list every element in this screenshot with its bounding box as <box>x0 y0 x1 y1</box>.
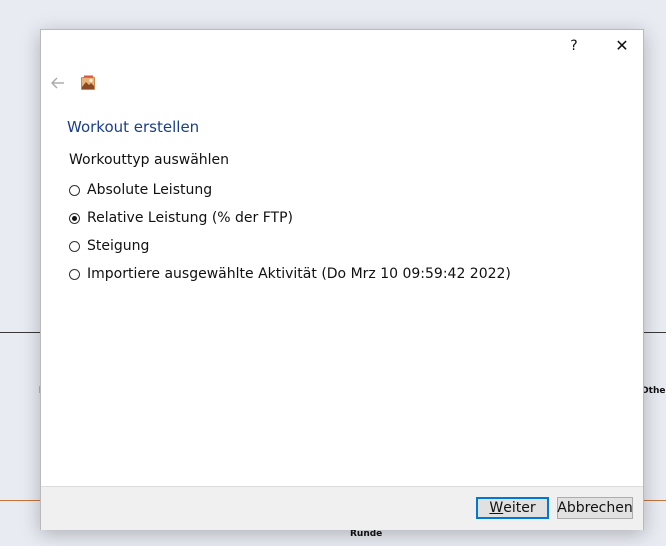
radio-button-selected[interactable] <box>69 212 80 224</box>
workout-app-icon <box>81 75 95 90</box>
cancel-button[interactable]: Abbrechen <box>557 497 633 519</box>
page-title: Workout erstellen <box>67 118 200 136</box>
close-button[interactable]: ✕ <box>607 35 637 57</box>
dialog-titlebar: ? ✕ <box>41 30 643 62</box>
workout-wizard-dialog: ? ✕ Workout erstellen Workouttyp auswähl… <box>40 29 644 530</box>
radio-slope[interactable]: Steigung <box>69 236 149 256</box>
workout-type-label: Workouttyp auswählen <box>69 152 230 168</box>
back-arrow-icon[interactable] <box>49 74 67 92</box>
radio-button[interactable] <box>69 240 80 252</box>
next-button-mnemonic: W <box>489 500 504 516</box>
radio-button[interactable] <box>69 268 80 280</box>
radio-relative-power[interactable]: Relative Leistung (% der FTP) <box>69 208 293 228</box>
next-button[interactable]: Weiter <box>476 497 549 519</box>
radio-absolute-power[interactable]: Absolute Leistung <box>69 180 212 200</box>
radio-label: Relative Leistung (% der FTP) <box>87 210 294 226</box>
background-legend-label: Other <box>641 386 666 396</box>
radio-button[interactable] <box>69 184 80 196</box>
radio-label: Importiere ausgewählte Aktivität (Do Mrz… <box>87 266 511 282</box>
dialog-footer: Weiter Abbrechen <box>41 486 643 530</box>
next-button-label: eiter <box>503 500 536 516</box>
radio-label: Steigung <box>87 238 150 254</box>
radio-import-activity[interactable]: Importiere ausgewählte Aktivität (Do Mrz… <box>69 264 511 284</box>
radio-label: Absolute Leistung <box>87 182 213 198</box>
help-button[interactable]: ? <box>559 35 589 57</box>
background-axis-label: Runde <box>350 529 383 539</box>
